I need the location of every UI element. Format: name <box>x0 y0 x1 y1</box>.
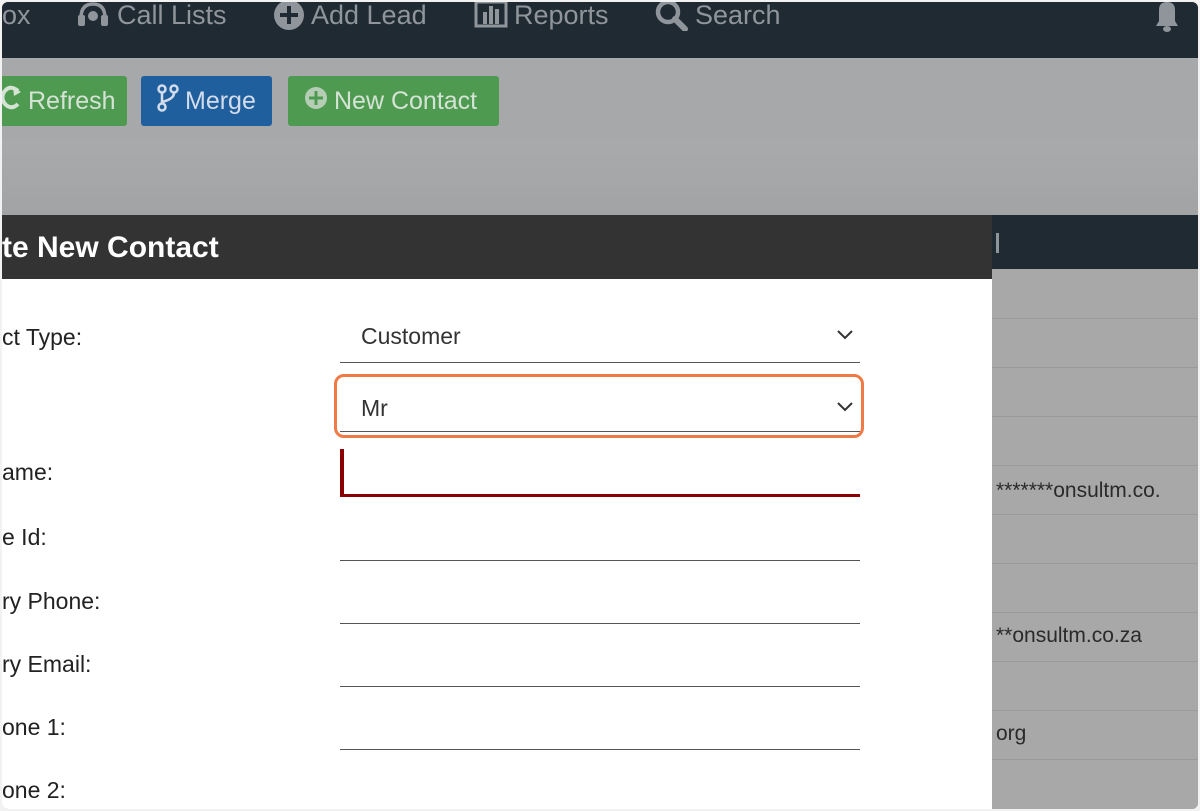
table-cell-email: **onsultm.co.za <box>996 624 1142 647</box>
modal-header: te New Contact <box>2 215 992 279</box>
phone1-input[interactable] <box>340 699 860 750</box>
merge-button[interactable]: Merge <box>141 76 272 126</box>
nav-item-reports[interactable]: Reports <box>474 2 609 30</box>
background-contacts-table: *******onsultm.co. **onsultm.co.za org <box>992 215 1198 809</box>
new-contact-button[interactable]: New Contact <box>288 76 499 126</box>
table-row: **onsultm.co.za <box>992 612 1198 662</box>
nav-item-add-lead[interactable]: Add Lead <box>273 2 427 30</box>
table-row <box>992 318 1198 368</box>
plus-circle-icon <box>304 86 328 117</box>
name-label: ame: <box>2 459 54 485</box>
phone1-label: one 1: <box>2 714 66 740</box>
top-navbar: ox Call Lists Add Lead Reports Search <box>2 2 1198 58</box>
phone2-label: one 2: <box>2 777 66 803</box>
primary-email-label: ry Email: <box>2 651 92 677</box>
title-select[interactable]: Mr <box>340 378 860 432</box>
table-row <box>992 514 1198 564</box>
id-input[interactable] <box>340 510 860 561</box>
refresh-label: Refresh <box>28 86 116 115</box>
chevron-down-icon <box>836 327 854 345</box>
nav-item-add-lead-label: Add Lead <box>311 2 427 30</box>
plus-circle-icon <box>273 2 305 31</box>
nav-item-search-label: Search <box>695 2 781 30</box>
primary-phone-label: ry Phone: <box>2 588 101 614</box>
new-contact-label: New Contact <box>334 86 478 115</box>
toolbar: Refresh Merge New Contact <box>2 59 1198 141</box>
table-row <box>992 367 1198 417</box>
search-icon <box>655 2 689 31</box>
nav-item-inbox-label: ox <box>2 2 31 30</box>
table-row <box>992 416 1198 466</box>
table-cell-email: org <box>996 722 1027 745</box>
table-header <box>992 215 1198 269</box>
create-contact-modal: te New Contact ct Type: Customer Mr ame:… <box>2 215 992 809</box>
modal-title: te New Contact <box>2 231 219 264</box>
table-row: *******onsultm.co. <box>992 465 1198 515</box>
contact-type-value: Customer <box>361 323 461 349</box>
table-row <box>992 661 1198 711</box>
id-label: e Id: <box>2 524 47 550</box>
primary-phone-input[interactable] <box>340 573 860 624</box>
refresh-icon <box>2 85 22 118</box>
contact-type-label: ct Type: <box>2 324 83 350</box>
nav-item-reports-label: Reports <box>514 2 609 30</box>
name-input[interactable] <box>340 449 860 497</box>
code-branch-icon <box>157 83 179 119</box>
table-row <box>992 563 1198 613</box>
nav-item-search[interactable]: Search <box>655 2 781 31</box>
table-row: org <box>992 710 1198 760</box>
headset-icon <box>75 2 111 30</box>
nav-item-call-lists[interactable]: Call Lists <box>75 2 227 30</box>
title-value: Mr <box>361 395 388 421</box>
table-cell-email: *******onsultm.co. <box>996 479 1161 502</box>
refresh-button[interactable]: Refresh <box>2 76 127 126</box>
chevron-down-icon <box>836 399 854 417</box>
contact-type-select[interactable]: Customer <box>340 309 860 363</box>
bar-chart-icon <box>474 2 508 30</box>
nav-item-inbox[interactable]: ox <box>2 2 31 30</box>
column-separator <box>996 233 999 253</box>
primary-email-input[interactable] <box>340 636 860 687</box>
merge-label: Merge <box>185 86 256 115</box>
subheader-bar <box>2 141 1198 215</box>
table-row <box>992 269 1198 319</box>
nav-item-call-lists-label: Call Lists <box>117 2 227 30</box>
bell-icon[interactable] <box>1150 2 1184 32</box>
app-window: ox Call Lists Add Lead Reports Search Re… <box>2 2 1198 809</box>
